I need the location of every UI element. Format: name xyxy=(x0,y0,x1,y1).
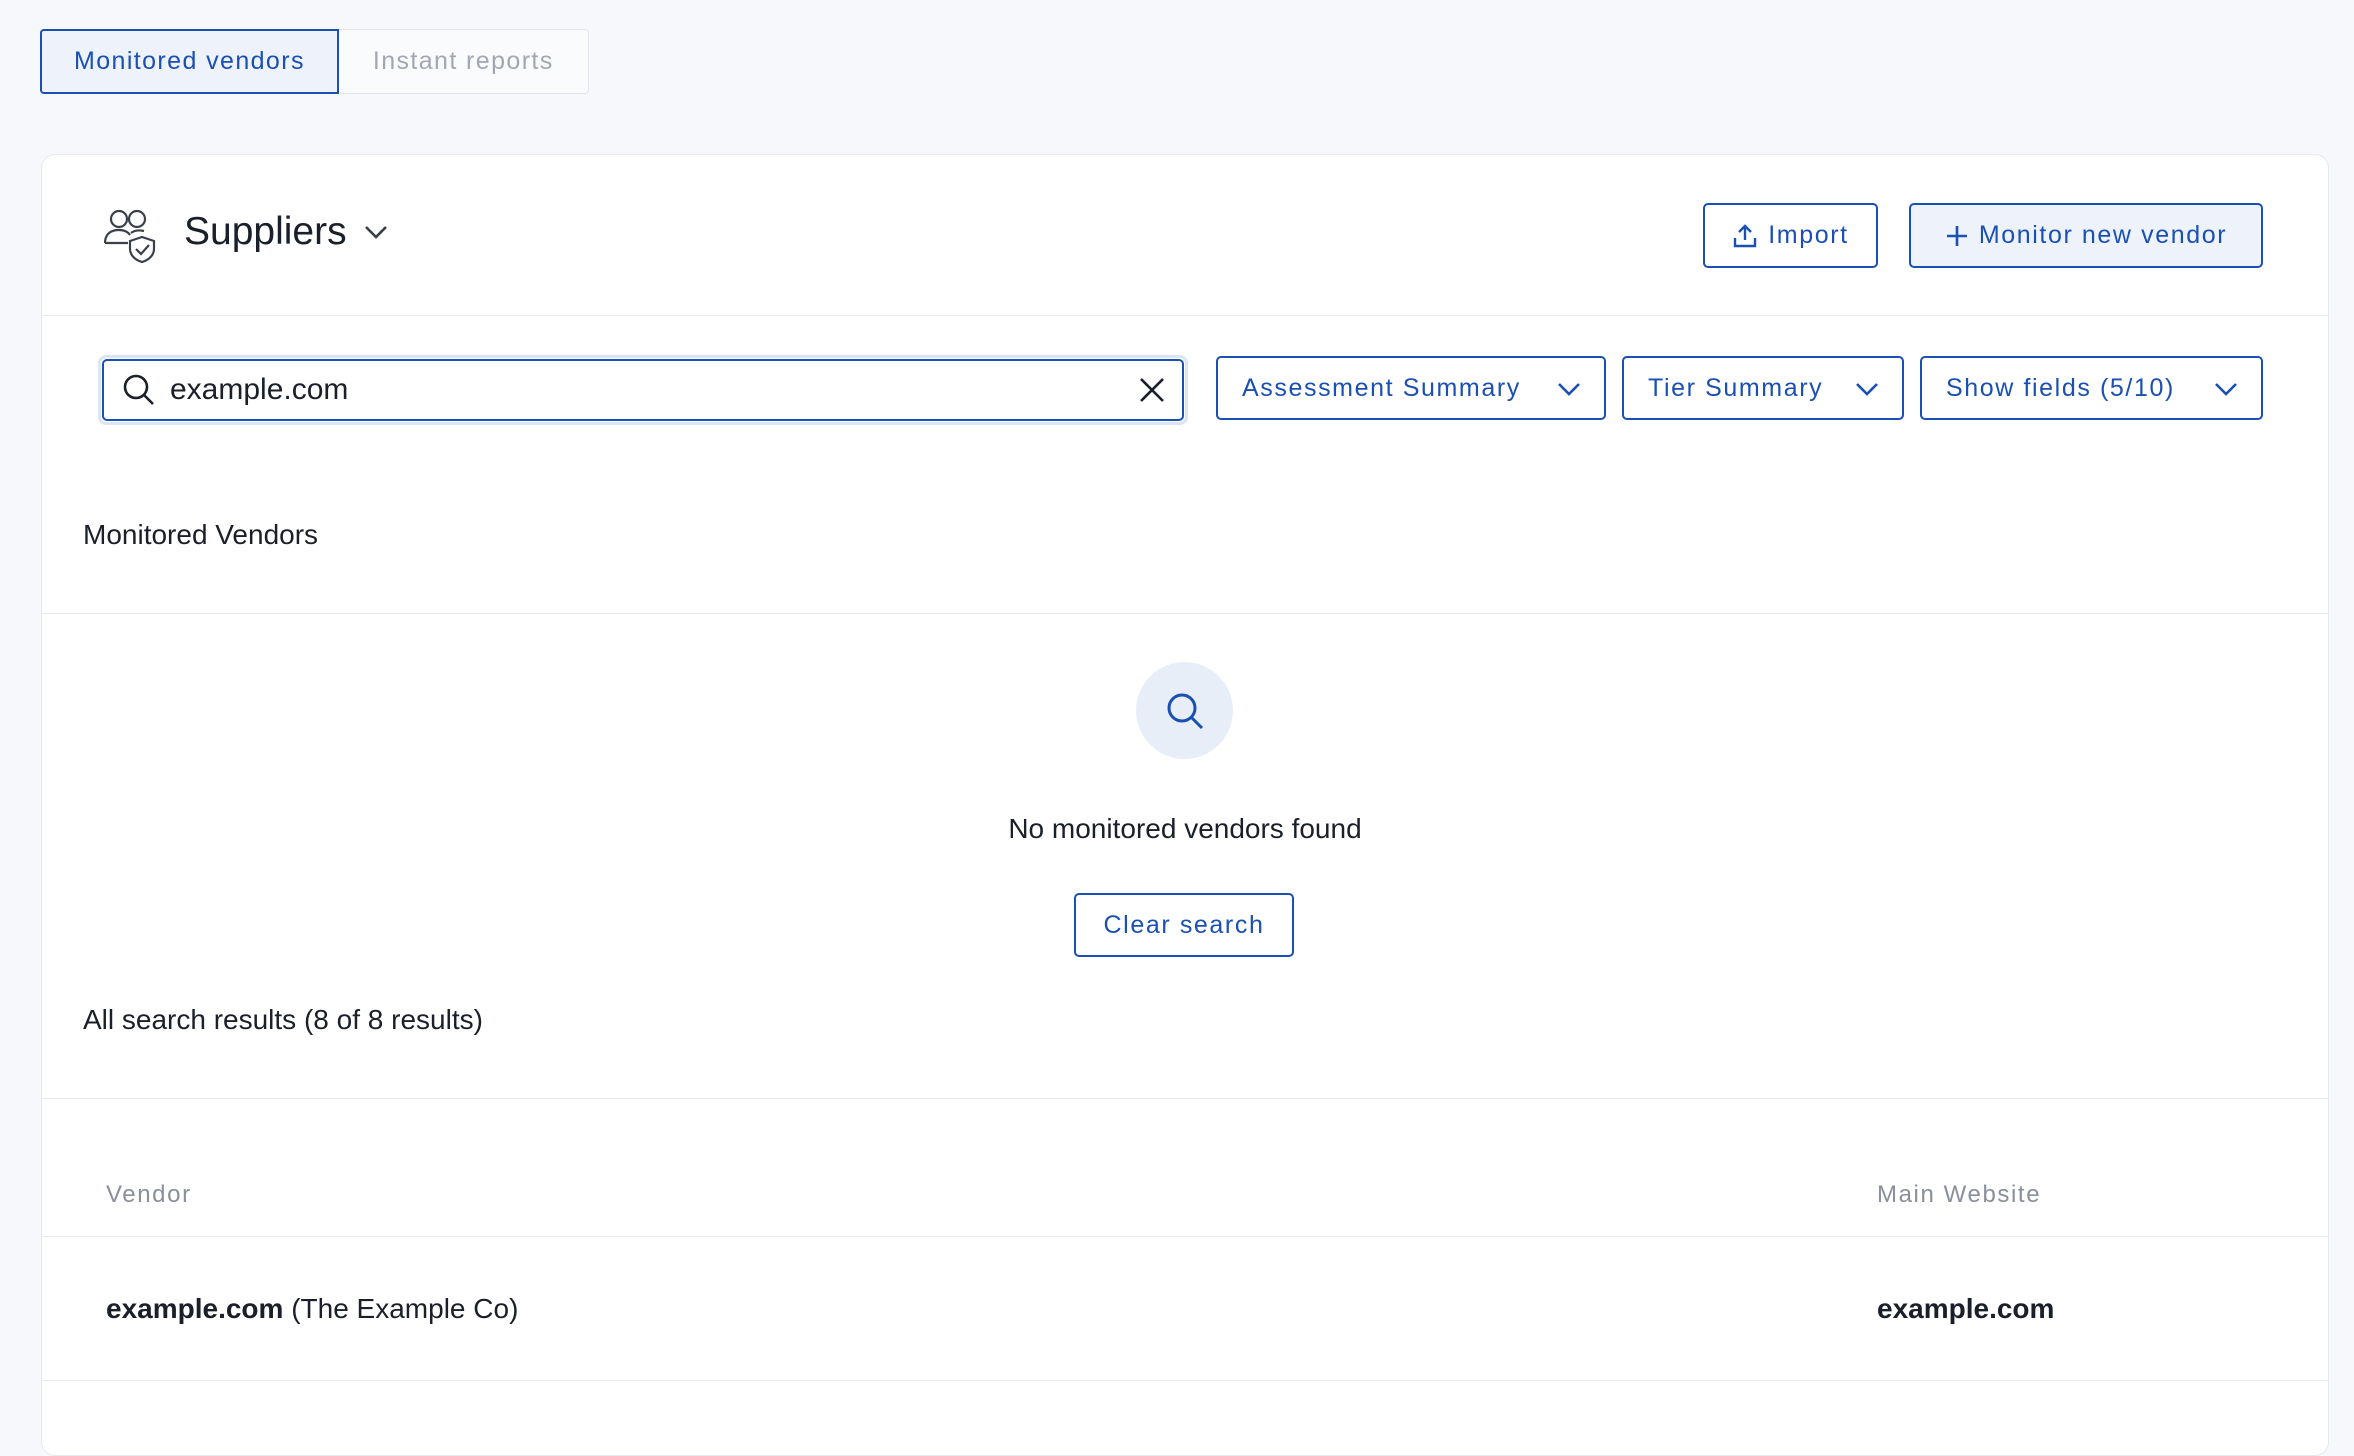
tier-summary-dropdown[interactable]: Tier Summary xyxy=(1622,356,1904,420)
search-results-heading: All search results (8 of 8 results) xyxy=(83,1004,483,1035)
search-input[interactable] xyxy=(170,373,1136,407)
upload-icon xyxy=(1734,223,1757,247)
show-fields-dropdown[interactable]: Show fields (5/10) xyxy=(1920,356,2263,420)
empty-state-message: No monitored vendors found xyxy=(1008,813,1362,844)
search-icon xyxy=(1167,693,1203,729)
close-icon[interactable] xyxy=(1136,374,1168,406)
chevron-down-icon xyxy=(1558,383,1580,396)
column-header-main-website: Main Website xyxy=(1877,1181,2042,1208)
search-icon xyxy=(123,374,154,405)
column-header-vendor: Vendor xyxy=(106,1181,192,1208)
search-box xyxy=(102,359,1184,421)
clear-search-label: Clear search xyxy=(1103,910,1265,939)
tab-instant-reports[interactable]: Instant reports xyxy=(338,29,589,94)
tier-summary-label: Tier Summary xyxy=(1648,373,1824,402)
table-row[interactable]: example.com (The Example Co) xyxy=(106,1293,518,1325)
vendor-website: example.com xyxy=(1877,1293,2055,1324)
vendor-domain: example.com xyxy=(106,1293,284,1324)
card-header: Suppliers Import Monitor new vendor xyxy=(42,155,2328,316)
page-title: Suppliers xyxy=(184,210,347,253)
section-divider xyxy=(42,1098,2328,1099)
assessment-summary-dropdown[interactable]: Assessment Summary xyxy=(1216,356,1606,420)
search-focus-ring xyxy=(98,355,1188,425)
chevron-down-icon xyxy=(364,226,387,239)
import-label: Import xyxy=(1768,221,1849,249)
monitor-new-vendor-button[interactable]: Monitor new vendor xyxy=(1909,203,2263,268)
monitored-vendors-heading: Monitored Vendors xyxy=(83,519,319,550)
empty-state-icon xyxy=(1136,662,1233,759)
vendor-website-cell: example.com xyxy=(1877,1293,2054,1325)
suppliers-icon xyxy=(104,209,156,263)
chevron-down-icon xyxy=(1856,383,1878,396)
monitor-new-vendor-label: Monitor new vendor xyxy=(1978,221,2228,249)
tab-monitored-vendors[interactable]: Monitored vendors xyxy=(40,29,339,94)
section-divider xyxy=(42,613,2328,614)
assessment-summary-label: Assessment Summary xyxy=(1242,373,1521,402)
plus-icon xyxy=(1946,225,1967,246)
suppliers-dropdown[interactable]: Suppliers xyxy=(184,210,391,254)
vendor-tabs: Monitored vendors Instant reports xyxy=(40,29,589,94)
table-row-divider xyxy=(42,1380,2328,1381)
clear-search-button[interactable]: Clear search xyxy=(1074,893,1294,957)
show-fields-label: Show fields (5/10) xyxy=(1946,373,2175,402)
import-button[interactable]: Import xyxy=(1703,203,1878,268)
suppliers-card: Suppliers Import Monitor new vendor Asse… xyxy=(41,154,2329,1456)
vendor-name: (The Example Co) xyxy=(291,1293,519,1324)
table-header-divider xyxy=(42,1236,2328,1237)
chevron-down-icon xyxy=(2215,383,2237,396)
